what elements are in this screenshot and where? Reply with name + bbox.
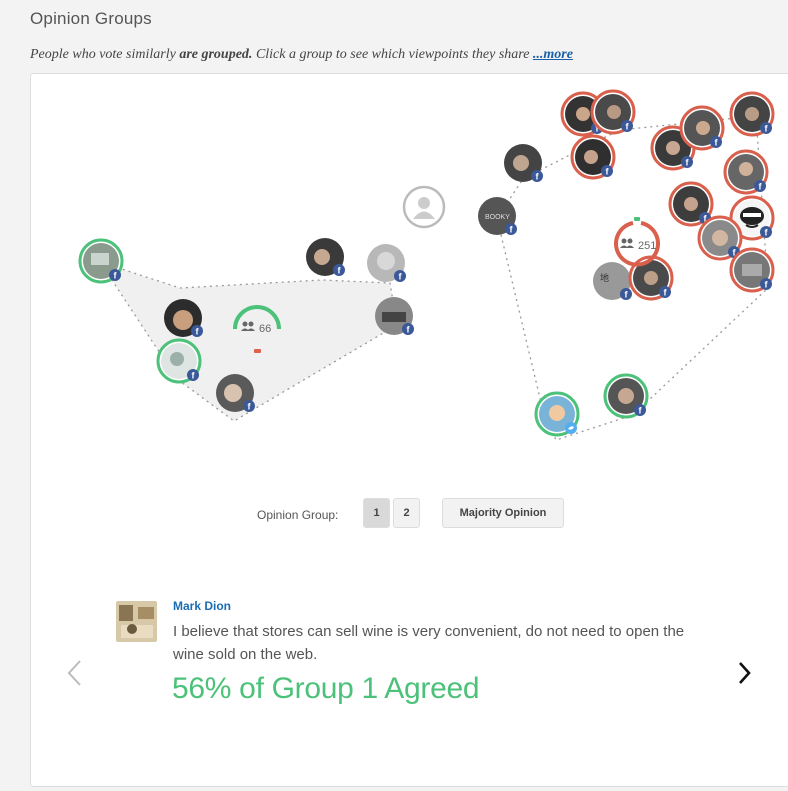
svg-text:BOOKY: BOOKY <box>485 214 510 221</box>
people-icon <box>620 238 634 248</box>
group-1-button[interactable]: 1 <box>363 498 390 528</box>
svg-text:地: 地 <box>600 272 609 283</box>
twitter-icon <box>565 422 577 434</box>
facebook-icon: f <box>754 180 766 192</box>
majority-opinion-button[interactable]: Majority Opinion <box>442 498 564 528</box>
facebook-icon: f <box>394 270 406 282</box>
participant-avatar[interactable]: f <box>603 373 649 419</box>
facebook-icon: f <box>402 323 414 335</box>
facebook-icon: f <box>760 122 772 134</box>
opinion-group-label: Opinion Group: <box>257 508 339 522</box>
group-2-summary[interactable]: 251 <box>614 217 660 267</box>
opinion-map[interactable]: f f f f f f f 66 f BOOKY f f f f f f f f… <box>0 0 788 470</box>
participant-avatar[interactable]: f <box>367 244 406 282</box>
participant-avatar[interactable]: BOOKY f <box>478 197 517 235</box>
group-1-indicator <box>254 349 261 353</box>
facebook-icon: f <box>109 269 121 281</box>
chevron-right-icon[interactable] <box>733 655 757 691</box>
comment-author-avatar <box>116 601 157 642</box>
chevron-left-icon[interactable] <box>63 655 87 691</box>
facebook-icon: f <box>333 264 345 276</box>
participant-avatar[interactable]: f <box>723 149 769 195</box>
participant-avatar[interactable]: f <box>590 89 636 135</box>
anonymous-user-icon[interactable] <box>402 185 446 229</box>
participant-avatar[interactable]: f <box>729 247 775 293</box>
facebook-icon: f <box>710 136 722 148</box>
participant-avatar[interactable]: f <box>570 134 616 180</box>
facebook-icon: f <box>760 226 772 238</box>
participant-avatar[interactable]: f <box>78 238 124 284</box>
participant-avatar[interactable]: f <box>375 297 414 335</box>
facebook-icon: f <box>191 325 203 337</box>
facebook-icon: f <box>659 286 671 298</box>
participant-avatar[interactable]: f <box>306 238 345 276</box>
agreement-stat: 56% of Group 1 Agreed <box>172 672 480 705</box>
group-1-count: 66 <box>259 323 271 335</box>
participant-avatar[interactable] <box>534 391 580 437</box>
participant-avatar[interactable]: f <box>729 91 775 137</box>
participant-avatar[interactable]: 地 f <box>593 262 632 300</box>
comment-author[interactable]: Mark Dion <box>173 599 231 613</box>
facebook-icon: f <box>531 170 543 182</box>
facebook-icon: f <box>634 404 646 416</box>
facebook-icon: f <box>601 165 613 177</box>
participant-avatar[interactable]: f <box>697 215 743 261</box>
participant-avatar[interactable]: f <box>504 144 543 182</box>
facebook-icon: f <box>620 288 632 300</box>
group-2-button[interactable]: 2 <box>393 498 420 528</box>
facebook-icon: f <box>505 223 517 235</box>
group-2-count: 251 <box>638 240 656 252</box>
comment-text: I believe that stores can sell wine is v… <box>173 623 685 663</box>
participant-avatar[interactable]: f <box>679 105 725 151</box>
group-2-indicator <box>634 217 640 221</box>
facebook-icon: f <box>760 278 772 290</box>
facebook-icon: f <box>681 156 693 168</box>
facebook-icon: f <box>187 369 199 381</box>
participant-avatar[interactable]: f <box>156 338 202 384</box>
facebook-icon: f <box>621 120 633 132</box>
facebook-icon: f <box>243 400 255 412</box>
participant-avatar[interactable]: f <box>668 181 714 227</box>
